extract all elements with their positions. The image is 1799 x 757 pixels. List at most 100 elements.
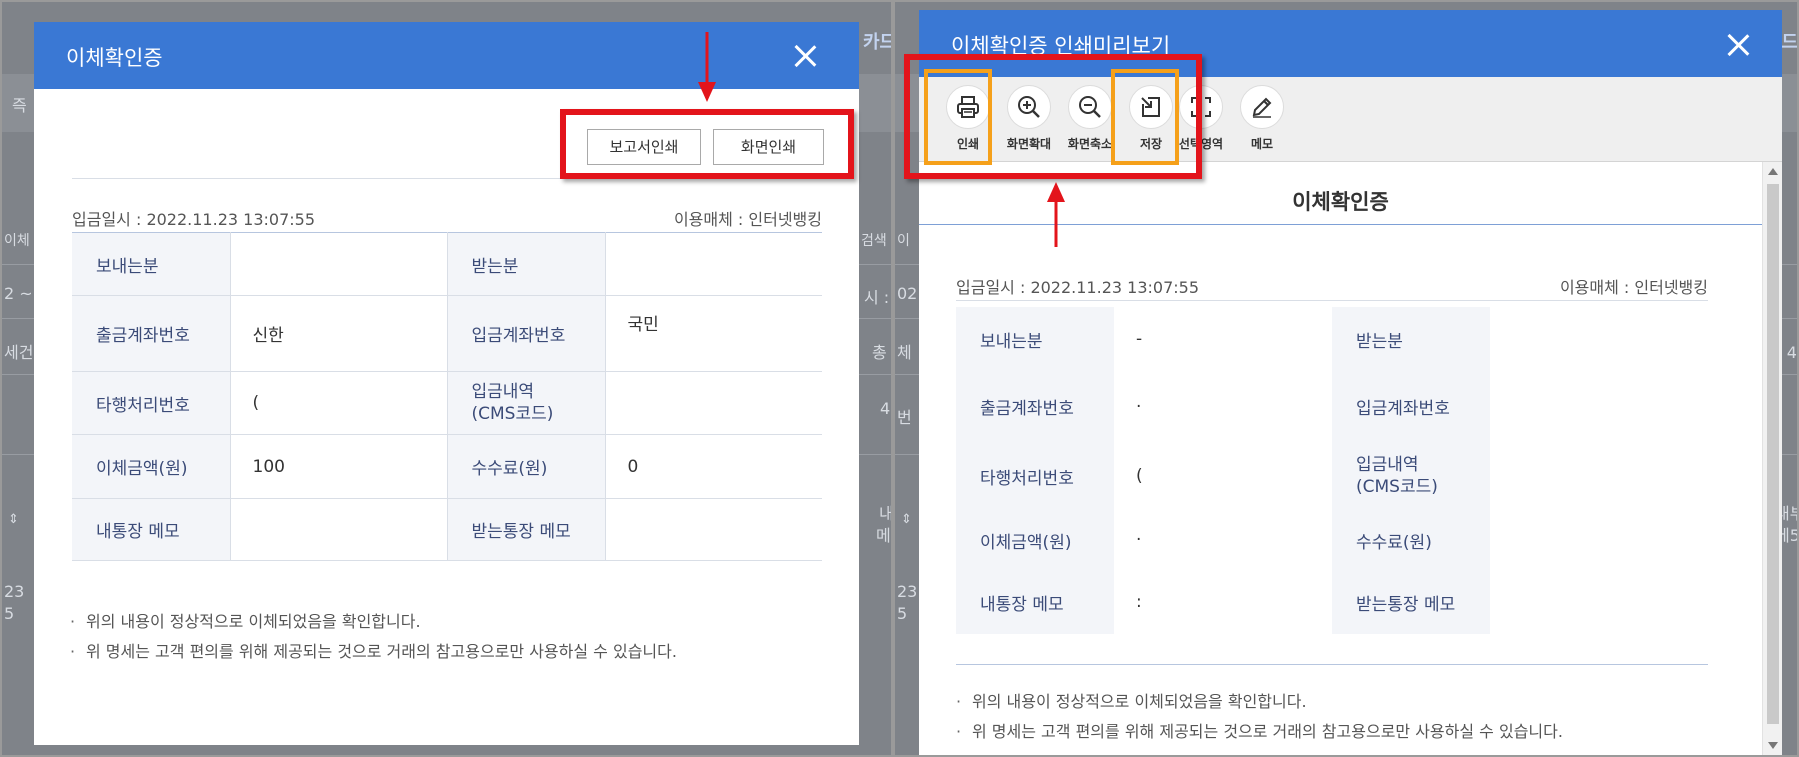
fee-value: 0 [605, 434, 822, 499]
my-account-memo-value: : [1114, 570, 1332, 634]
interbank-number-value: ( [1114, 442, 1332, 510]
background-text-fragment: 메 [876, 526, 891, 545]
recipient-value [1490, 307, 1708, 371]
fee-value [1490, 510, 1708, 570]
background-text-fragment: 4 [880, 399, 891, 418]
disclaimer-note: · 위 명세는 고객 편의를 위해 제공되는 것으로 거래의 참고용으로만 사용하… [70, 638, 677, 662]
highlight-print-buttons [560, 109, 854, 179]
table-row: 이체금액(원) 100 수수료(원) 0 [72, 434, 822, 499]
background-text-fragment: 5 [4, 604, 15, 623]
sender-value: - [1114, 307, 1332, 371]
preview-transfer-detail-table: 보내는분 - 받는분 출금계좌번호 · 입금계좌번호 타행처리번호 ( 입금내역… [956, 307, 1708, 634]
deposit-memo-cms-label: 입금내역 (CMS코드) [1332, 442, 1490, 510]
pencil-icon [1252, 97, 1272, 118]
close-icon[interactable] [1724, 31, 1752, 59]
background-header-fragment: 카드 [863, 32, 893, 53]
recipient-label: 받는분 [447, 232, 606, 296]
deposit-memo-cms-value [605, 371, 822, 435]
withdrawal-account-value: · [1114, 371, 1332, 442]
section-divider [956, 300, 1708, 301]
transfer-amount-value: 100 [230, 434, 448, 499]
background-text-fragment: 이체 [4, 233, 30, 249]
tool-label: 메모 [1250, 137, 1274, 151]
bullet-icon: · [956, 692, 962, 711]
fee-label: 수수료(원) [1332, 510, 1490, 570]
confirmation-note: · 위의 내용이 정상적으로 이체되었음을 확인합니다. [956, 688, 1307, 712]
transfer-amount-value: · [1114, 510, 1332, 570]
deposit-memo-cms-value [1490, 442, 1708, 510]
recipient-memo-label: 받는통장 메모 [1332, 570, 1490, 634]
withdrawal-account-value: 신한 [230, 295, 448, 372]
preview-scrollbar[interactable] [1762, 162, 1782, 755]
table-row: 타행처리번호 ( 입금내역 (CMS코드) [72, 371, 822, 435]
table-row: 내통장 메모 : 받는통장 메모 [956, 570, 1708, 634]
disclaimer-note: · 위 명세는 고객 편의를 위해 제공되는 것으로 거래의 참고용으로만 사용하… [956, 718, 1563, 742]
table-row: 내통장 메모 받는통장 메모 [72, 498, 822, 561]
background-text-fragment: 번 [897, 408, 912, 427]
sort-icon: ⇕ [8, 512, 19, 527]
bullet-icon: · [70, 612, 76, 631]
fee-label: 수수료(원) [447, 434, 606, 499]
close-icon[interactable] [791, 42, 819, 70]
background-text-fragment: 시 : [864, 288, 890, 307]
my-account-memo-label: 내통장 메모 [72, 498, 231, 561]
sender-label: 보내는분 [72, 232, 231, 296]
highlight-print-tool [924, 69, 992, 165]
note-text: 위 명세는 고객 편의를 위해 제공되는 것으로 거래의 참고용으로만 사용하실… [86, 642, 677, 661]
background-text-fragment: 검색 [861, 233, 887, 249]
modal-title: 이체확인증 [66, 46, 163, 70]
scroll-up-icon[interactable] [1768, 168, 1778, 175]
scrollbar-thumb[interactable] [1767, 184, 1779, 724]
recipient-memo-label: 받는통장 메모 [447, 498, 606, 561]
sort-icon: ⇕ [901, 512, 912, 527]
memo-tool-button[interactable]: 메모 [1234, 85, 1290, 152]
transfer-amount-label: 이체금액(원) [956, 510, 1114, 570]
deposit-datetime: 입금일시 : 2022.11.23 13:07:55 [72, 210, 315, 229]
table-row: 보내는분 받는분 [72, 232, 822, 296]
recipient-memo-value [1490, 570, 1708, 634]
modal-header: 이체확인증 [34, 22, 859, 89]
background-text-fragment: 내 [879, 504, 893, 523]
withdrawal-account-label: 출금계좌번호 [72, 295, 231, 372]
right-screenshot-panel: 카드 이 02 · 체 총 4 번 내부 메5 23 5 ⇕ 이체확인증 인쇄미… [893, 0, 1799, 757]
interbank-number-label: 타행처리번호 [72, 371, 231, 435]
highlight-save-tool [1111, 69, 1179, 165]
background-text-fragment: 이 [897, 233, 910, 249]
deposit-account-label: 입금계좌번호 [1332, 371, 1490, 442]
recipient-memo-value [605, 498, 822, 561]
bullet-icon: · [956, 722, 962, 741]
my-account-memo-label: 내통장 메모 [956, 570, 1114, 634]
deposit-account-value [1490, 371, 1708, 442]
note-text: 위 명세는 고객 편의를 위해 제공되는 것으로 거래의 참고용으로만 사용하실… [972, 722, 1563, 741]
table-row: 타행처리번호 ( 입금내역 (CMS코드) [956, 442, 1708, 510]
recipient-value [605, 232, 822, 296]
scroll-down-icon[interactable] [1768, 742, 1778, 749]
background-text-fragment: 23 [897, 582, 918, 601]
my-account-memo-value [230, 498, 448, 561]
withdrawal-account-label: 출금계좌번호 [956, 371, 1114, 442]
print-preview-document: 이체확인증 입금일시 : 2022.11.23 13:07:55 이용매체 : … [919, 162, 1762, 755]
deposit-account-value: 국민 [605, 295, 822, 372]
recipient-label: 받는분 [1332, 307, 1490, 371]
table-row: 이체금액(원) · 수수료(원) [956, 510, 1708, 570]
background-text-fragment: 23 [4, 582, 25, 601]
table-row: 출금계좌번호 · 입금계좌번호 [956, 371, 1708, 442]
deposit-account-label: 입금계좌번호 [447, 295, 606, 372]
background-text-fragment: 즉 [12, 96, 27, 115]
transfer-amount-label: 이체금액(원) [72, 434, 231, 499]
up-arrow-icon [1047, 182, 1065, 247]
background-text-fragment: 총 [872, 343, 887, 362]
background-text-fragment: 체 [897, 343, 912, 362]
interbank-number-value: ( [230, 371, 448, 435]
note-text: 위의 내용이 정상적으로 이체되었음을 확인합니다. [86, 612, 421, 631]
background-text-fragment: 5 [897, 604, 908, 623]
transfer-detail-table: 보내는분 받는분 출금계좌번호 신한 입금계좌번호 국민 타행처리번호 ( 입금… [72, 232, 822, 561]
sender-label: 보내는분 [956, 307, 1114, 371]
interbank-number-label: 타행처리번호 [956, 442, 1114, 510]
table-row: 보내는분 - 받는분 [956, 307, 1708, 371]
background-text-fragment: 세건 [4, 343, 34, 362]
section-divider [956, 664, 1708, 665]
usage-channel: 이용매체 : 인터넷뱅킹 [673, 210, 822, 229]
deposit-datetime: 입금일시 : 2022.11.23 13:07:55 [956, 278, 1199, 297]
confirmation-note: · 위의 내용이 정상적으로 이체되었음을 확인합니다. [70, 608, 421, 632]
